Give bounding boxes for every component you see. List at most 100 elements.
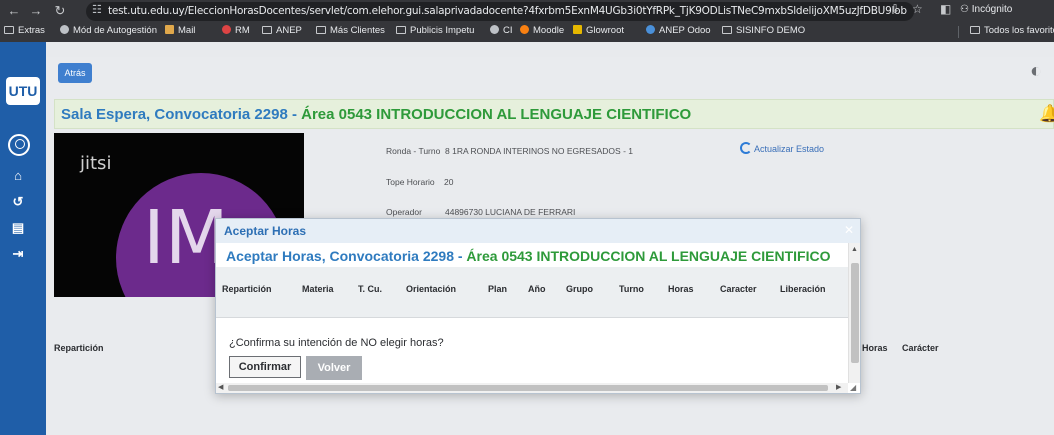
back-arrow-icon[interactable]: ← xyxy=(6,3,22,19)
bookmark-anep[interactable]: ANEP xyxy=(262,25,302,36)
site-info-icon[interactable]: ☷ xyxy=(92,3,102,16)
folder-icon xyxy=(4,26,14,34)
all-bookmarks[interactable]: Todos los favoritos xyxy=(970,25,1054,36)
refresh-status-link[interactable]: Actualizar Estado xyxy=(740,142,824,154)
incognito-indicator[interactable]: ⚇ Incógnito xyxy=(960,4,1012,15)
close-icon[interactable]: ✕ xyxy=(844,223,854,237)
tope-value: 20 xyxy=(444,177,454,187)
col-orientacion: Orientación xyxy=(406,284,457,294)
dialog-title-area: Área 0543 INTRODUCCION AL LENGUAJE CIENT… xyxy=(466,248,831,264)
dialog-table-header: Repartición Materia T. Cu. Orientación P… xyxy=(216,267,848,317)
bookmark-anep-odoo[interactable]: ANEP Odoo xyxy=(646,25,711,36)
title-convocatoria: Sala Espera, Convocatoria 2298 - xyxy=(61,106,302,123)
col-horas: Horas xyxy=(668,284,694,294)
bell-icon[interactable]: 🔔 xyxy=(1039,104,1054,124)
bookmark-extras[interactable]: Extras xyxy=(4,25,45,36)
utu-logo: UTU xyxy=(6,77,40,105)
folder-icon xyxy=(262,26,272,34)
resize-handle-icon[interactable]: ◢ xyxy=(850,383,860,393)
logout-icon[interactable]: ⇥ xyxy=(10,246,26,262)
ronda-label: Ronda - Turno xyxy=(386,146,441,156)
col-liberacion: Liberación xyxy=(780,284,826,294)
incognito-label: Incógnito xyxy=(971,4,1013,15)
reload-icon[interactable]: ↻ xyxy=(52,3,68,19)
confirm-question: ¿Confirma su intención de NO elegir hora… xyxy=(229,337,444,349)
bookmark-ci[interactable]: CI xyxy=(490,25,513,36)
home-icon[interactable]: ⌂ xyxy=(10,168,26,184)
browser-chrome: ← → ↻ ☷ test.utu.edu.uy/EleccionHorasDoc… xyxy=(0,0,1054,42)
folder-icon xyxy=(396,26,406,34)
refresh-icon xyxy=(740,142,752,154)
scroll-up-icon[interactable]: ▲ xyxy=(851,246,858,253)
dialog-title-convocatoria: Aceptar Horas, Convocatoria 2298 - xyxy=(226,248,467,264)
bookmark-label: Mód de Autogestión xyxy=(73,25,157,36)
rm-icon xyxy=(222,25,231,34)
bookmark-mas-clientes[interactable]: Más Clientes xyxy=(316,25,385,36)
vertical-scrollbar[interactable]: ▲ xyxy=(848,243,860,383)
moodle-icon xyxy=(520,25,529,34)
operador-label: Operador xyxy=(386,207,422,217)
col-materia: Materia xyxy=(302,284,334,294)
address-row: ← → ↻ ☷ test.utu.edu.uy/EleccionHorasDoc… xyxy=(0,0,1054,22)
bookmark-rm[interactable]: RM xyxy=(222,25,250,36)
bookmark-sisinfo[interactable]: SISINFO DEMO xyxy=(722,25,805,36)
confirm-button[interactable]: Confirmar xyxy=(229,356,301,378)
bookmark-label: Todos los favoritos xyxy=(984,25,1054,36)
scroll-right-icon[interactable]: ▶ xyxy=(836,383,841,391)
tope-label: Tope Horario xyxy=(386,177,435,187)
back-button[interactable]: Atrás xyxy=(58,63,92,83)
bookmark-glowroot[interactable]: Glowroot xyxy=(573,25,624,36)
gear-icon xyxy=(490,25,499,34)
history-icon[interactable]: ↺ xyxy=(10,194,26,210)
col-reparticion: Repartición xyxy=(222,284,272,294)
microphone-icon[interactable]: ⇩ xyxy=(890,2,900,16)
title-area: Área 0543 INTRODUCCION AL LENGUAJE CIENT… xyxy=(301,106,692,123)
bookmark-label: RM xyxy=(235,25,250,36)
document-icon[interactable]: ▤ xyxy=(10,220,26,236)
dialog-title-row: Aceptar Horas, Convocatoria 2298 - Área … xyxy=(216,243,848,267)
star-icon[interactable]: ☆ xyxy=(912,2,923,16)
accept-hours-dialog: Aceptar Horas ✕ Aceptar Horas, Convocato… xyxy=(215,218,861,394)
bookmark-moodle[interactable]: Moodle xyxy=(520,25,564,36)
folder-icon xyxy=(722,26,732,34)
bookmark-label: Moodle xyxy=(533,25,565,36)
jitsi-logo: jitsi xyxy=(80,153,112,174)
dialog-body: Aceptar Horas, Convocatoria 2298 - Área … xyxy=(216,243,848,383)
col-reparticion: Repartición xyxy=(54,343,104,353)
odoo-icon xyxy=(646,25,655,34)
url-text[interactable]: test.utu.edu.uy/EleccionHorasDocentes/se… xyxy=(108,5,907,17)
gear-icon xyxy=(60,25,69,34)
col-turno: Turno xyxy=(619,284,644,294)
scroll-left-icon[interactable]: ◀ xyxy=(218,383,223,391)
dialog-header-title: Aceptar Horas xyxy=(224,224,307,238)
operador-value: 44896730 LUCIANA DE FERRARI xyxy=(445,207,576,217)
sidepanel-icon[interactable]: ◧ xyxy=(940,2,951,16)
bookmark-label: SISINFO DEMO xyxy=(736,25,806,36)
col-horas: Horas xyxy=(862,343,888,353)
dialog-title: Aceptar Horas, Convocatoria 2298 - Área … xyxy=(226,248,830,264)
dialog-header[interactable]: Aceptar Horas ✕ xyxy=(216,219,860,243)
user-circle-icon[interactable] xyxy=(8,134,30,156)
incognito-icon: ⚇ xyxy=(960,4,972,15)
scroll-thumb[interactable] xyxy=(228,385,828,391)
divider xyxy=(216,317,848,318)
folder-icon xyxy=(316,26,326,34)
bookmark-label: Mail xyxy=(178,25,196,36)
volver-button[interactable]: Volver xyxy=(306,356,362,380)
address-bar[interactable]: ☷ test.utu.edu.uy/EleccionHorasDocentes/… xyxy=(86,2,914,21)
bookmarks-divider xyxy=(958,26,959,38)
col-caracter: Carácter xyxy=(902,343,939,353)
mail-icon xyxy=(165,25,174,34)
scroll-thumb[interactable] xyxy=(851,263,859,363)
col-anio: Año xyxy=(528,284,546,294)
page-title: Sala Espera, Convocatoria 2298 - Área 05… xyxy=(61,106,691,123)
bookmark-label: ANEP xyxy=(276,25,302,36)
bookmark-publicis[interactable]: Publicis Impetu xyxy=(396,25,474,36)
col-grupo: Grupo xyxy=(566,284,593,294)
forward-arrow-icon[interactable]: → xyxy=(28,3,44,19)
ronda-value: 8 1RA RONDA INTERINOS NO EGRESADOS - 1 xyxy=(445,146,633,156)
bookmark-mail[interactable]: Mail xyxy=(165,25,195,36)
bookmark-label: Extras xyxy=(18,25,45,36)
bookmark-autogestion[interactable]: Mód de Autogestión xyxy=(60,25,157,36)
horizontal-scrollbar[interactable]: ◀ ▶ xyxy=(216,383,848,393)
